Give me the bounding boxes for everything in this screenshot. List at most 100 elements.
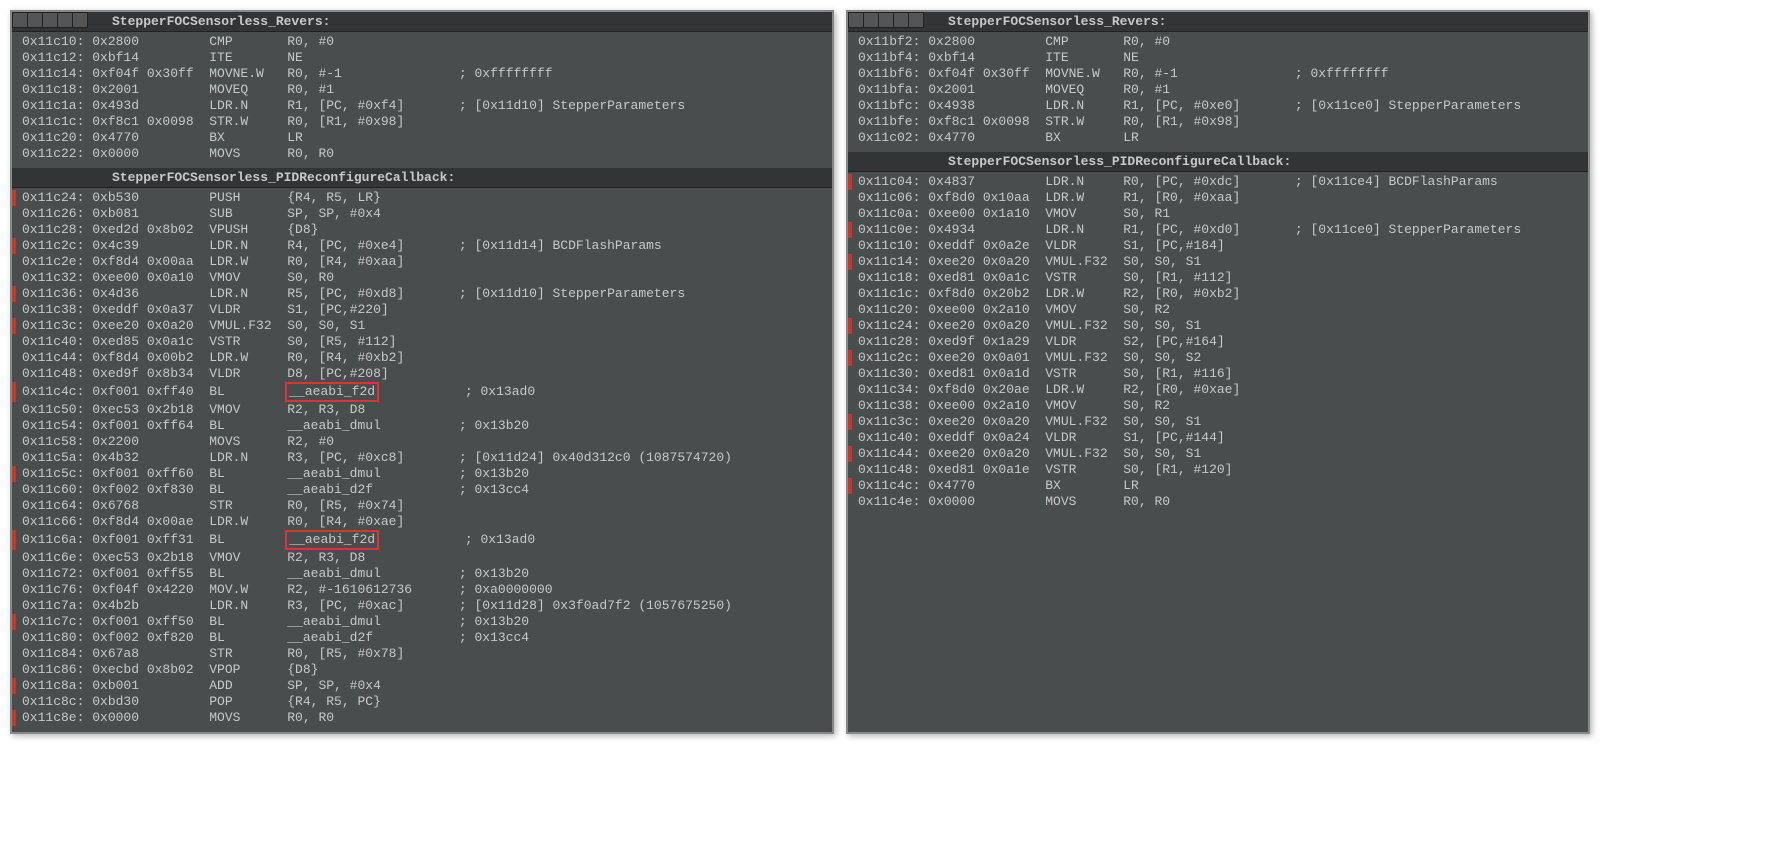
address-hex-mnemonic: 0x11c04: 0x4837 LDR.N xyxy=(858,174,1123,189)
disasm-line[interactable]: 0x11c36: 0x4d36 LDR.N R5, [PC, #0xd8] ; … xyxy=(22,286,822,302)
disasm-line[interactable]: 0x11c30: 0xed81 0x0a1d VSTR S0, [R1, #11… xyxy=(858,366,1578,382)
address-hex-mnemonic: 0x11c8e: 0x0000 MOVS xyxy=(22,710,287,725)
operands: S0, S0, S1 xyxy=(287,318,459,333)
operands: S0, R2 xyxy=(1123,302,1295,317)
address-hex-mnemonic: 0x11c14: 0xf04f 0x30ff MOVNE.W xyxy=(22,66,287,81)
operands: R5, [PC, #0xd8] xyxy=(287,286,459,301)
disasm-line[interactable]: 0x11c66: 0xf8d4 0x00ae LDR.W R0, [R4, #0… xyxy=(22,514,822,530)
disasm-line[interactable]: 0x11c24: 0xee20 0x0a20 VMUL.F32 S0, S0, … xyxy=(858,318,1578,334)
disasm-line[interactable]: 0x11c54: 0xf001 0xff64 BL __aeabi_dmul ;… xyxy=(22,418,822,434)
disasm-line[interactable]: 0x11bf4: 0xbf14 ITE NE xyxy=(858,50,1578,66)
disasm-line[interactable]: 0x11c44: 0xf8d4 0x00b2 LDR.W R0, [R4, #0… xyxy=(22,350,822,366)
disasm-line[interactable]: 0x11c20: 0x4770 BX LR xyxy=(22,130,822,146)
comment: ; 0x13b20 xyxy=(459,566,529,581)
disasm-lines: 0x11c24: 0xb530 PUSH {R4, R5, LR} 0x11c2… xyxy=(12,188,832,732)
disasm-line[interactable]: 0x11c10: 0xeddf 0x0a2e VLDR S1, [PC,#184… xyxy=(858,238,1578,254)
disasm-line[interactable]: 0x11bfe: 0xf8c1 0x0098 STR.W R0, [R1, #0… xyxy=(858,114,1578,130)
disasm-line[interactable]: 0x11c80: 0xf002 0xf820 BL __aeabi_d2f ; … xyxy=(22,630,822,646)
operands: R0, [PC, #0xdc] xyxy=(1123,174,1295,189)
disasm-line[interactable]: 0x11c84: 0x67a8 STR R0, [R5, #0x78] xyxy=(22,646,822,662)
disasm-line[interactable]: 0x11c06: 0xf8d0 0x10aa LDR.W R1, [R0, #0… xyxy=(858,190,1578,206)
disasm-line[interactable]: 0x11bf2: 0x2800 CMP R0, #0 xyxy=(858,34,1578,50)
disasm-line[interactable]: 0x11c04: 0x4837 LDR.N R0, [PC, #0xdc] ; … xyxy=(858,174,1578,190)
gutter-tab xyxy=(878,12,894,28)
disasm-line[interactable]: 0x11c3c: 0xee20 0x0a20 VMUL.F32 S0, S0, … xyxy=(22,318,822,334)
disasm-line[interactable]: 0x11c2c: 0x4c39 LDR.N R4, [PC, #0xe4] ; … xyxy=(22,238,822,254)
gutter-tab xyxy=(57,12,73,28)
address-hex-mnemonic: 0x11c80: 0xf002 0xf820 BL xyxy=(22,630,287,645)
disasm-line[interactable]: 0x11c22: 0x0000 MOVS R0, R0 xyxy=(22,146,822,162)
operands: R0, #0 xyxy=(287,34,459,49)
disasm-line[interactable]: 0x11c4e: 0x0000 MOVS R0, R0 xyxy=(858,494,1578,510)
disasm-line[interactable]: 0x11c18: 0xed81 0x0a1c VSTR S0, [R1, #11… xyxy=(858,270,1578,286)
disasm-line[interactable]: 0x11c4c: 0x4770 BX LR xyxy=(858,478,1578,494)
operands: R0, #0 xyxy=(1123,34,1295,49)
disasm-line[interactable]: 0x11c5a: 0x4b32 LDR.N R3, [PC, #0xc8] ; … xyxy=(22,450,822,466)
disasm-line[interactable]: 0x11bf6: 0xf04f 0x30ff MOVNE.W R0, #-1 ;… xyxy=(858,66,1578,82)
address-hex-mnemonic: 0x11c86: 0xecbd 0x8b02 VPOP xyxy=(22,662,287,677)
disasm-line[interactable]: 0x11c6a: 0xf001 0xff31 BL __aeabi_f2d ; … xyxy=(22,530,822,550)
disasm-line[interactable]: 0x11c40: 0xeddf 0x0a24 VLDR S1, [PC,#144… xyxy=(858,430,1578,446)
disasm-line[interactable]: 0x11c38: 0xee00 0x2a10 VMOV S0, R2 xyxy=(858,398,1578,414)
address-hex-mnemonic: 0x11c24: 0xee20 0x0a20 VMUL.F32 xyxy=(858,318,1123,333)
disasm-line[interactable]: 0x11c0e: 0x4934 LDR.N R1, [PC, #0xd0] ; … xyxy=(858,222,1578,238)
disasm-line[interactable]: 0x11c7a: 0x4b2b LDR.N R3, [PC, #0xac] ; … xyxy=(22,598,822,614)
disasm-line[interactable]: 0x11c28: 0xed9f 0x1a29 VLDR S2, [PC,#164… xyxy=(858,334,1578,350)
disasm-line[interactable]: 0x11c3c: 0xee20 0x0a20 VMUL.F32 S0, S0, … xyxy=(858,414,1578,430)
disasm-line[interactable]: 0x11c14: 0xf04f 0x30ff MOVNE.W R0, #-1 ;… xyxy=(22,66,822,82)
disasm-line[interactable]: 0x11c72: 0xf001 0xff55 BL __aeabi_dmul ;… xyxy=(22,566,822,582)
disasm-line[interactable]: 0x11c1c: 0xf8c1 0x0098 STR.W R0, [R1, #0… xyxy=(22,114,822,130)
disasm-line[interactable]: 0x11c64: 0x6768 STR R0, [R5, #0x74] xyxy=(22,498,822,514)
disasm-line[interactable]: 0x11c7c: 0xf001 0xff50 BL __aeabi_dmul ;… xyxy=(22,614,822,630)
disasm-line[interactable]: 0x11c14: 0xee20 0x0a20 VMUL.F32 S0, S0, … xyxy=(858,254,1578,270)
disasm-line[interactable]: 0x11c50: 0xec53 0x2b18 VMOV R2, R3, D8 xyxy=(22,402,822,418)
disasm-line[interactable]: 0x11c8e: 0x0000 MOVS R0, R0 xyxy=(22,710,822,726)
disasm-line[interactable]: 0x11c8a: 0xb001 ADD SP, SP, #0x4 xyxy=(22,678,822,694)
disasm-line[interactable]: 0x11bfa: 0x2001 MOVEQ R0, #1 xyxy=(858,82,1578,98)
disasm-line[interactable]: 0x11bfc: 0x4938 LDR.N R1, [PC, #0xe0] ; … xyxy=(858,98,1578,114)
disasm-line[interactable]: 0x11c24: 0xb530 PUSH {R4, R5, LR} xyxy=(22,190,822,206)
disasm-line[interactable]: 0x11c0a: 0xee00 0x1a10 VMOV S0, R1 xyxy=(858,206,1578,222)
operands: S0, [R1, #112] xyxy=(1123,270,1295,285)
disasm-line[interactable]: 0x11c1a: 0x493d LDR.N R1, [PC, #0xf4] ; … xyxy=(22,98,822,114)
operands: R1, [PC, #0xd0] xyxy=(1123,222,1295,237)
operands: R0, R0 xyxy=(287,710,459,725)
address-hex-mnemonic: 0x11c44: 0xf8d4 0x00b2 LDR.W xyxy=(22,350,287,365)
operands: S0, [R5, #112] xyxy=(287,334,459,349)
disasm-line[interactable]: 0x11c48: 0xed81 0x0a1e VSTR S0, [R1, #12… xyxy=(858,462,1578,478)
disasm-line[interactable]: 0x11c86: 0xecbd 0x8b02 VPOP {D8} xyxy=(22,662,822,678)
disasm-line[interactable]: 0x11c58: 0x2200 MOVS R2, #0 xyxy=(22,434,822,450)
disasm-line[interactable]: 0x11c28: 0xed2d 0x8b02 VPUSH {D8} xyxy=(22,222,822,238)
gutter-tab xyxy=(908,12,924,28)
disasm-line[interactable]: 0x11c8c: 0xbd30 POP {R4, R5, PC} xyxy=(22,694,822,710)
operands: R1, [R0, #0xaa] xyxy=(1123,190,1295,205)
disasm-line[interactable]: 0x11c44: 0xee20 0x0a20 VMUL.F32 S0, S0, … xyxy=(858,446,1578,462)
disasm-line[interactable]: 0x11c02: 0x4770 BX LR xyxy=(858,130,1578,146)
address-hex-mnemonic: 0x11c30: 0xed81 0x0a1d VSTR xyxy=(858,366,1123,381)
disasm-line[interactable]: 0x11c26: 0xb081 SUB SP, SP, #0x4 xyxy=(22,206,822,222)
address-hex-mnemonic: 0x11c2c: 0xee20 0x0a01 VMUL.F32 xyxy=(858,350,1123,365)
disasm-line[interactable]: 0x11c38: 0xeddf 0x0a37 VLDR S1, [PC,#220… xyxy=(22,302,822,318)
operands: R2, R3, D8 xyxy=(287,550,459,565)
disasm-line[interactable]: 0x11c20: 0xee00 0x2a10 VMOV S0, R2 xyxy=(858,302,1578,318)
disasm-line[interactable]: 0x11c40: 0xed85 0x0a1c VSTR S0, [R5, #11… xyxy=(22,334,822,350)
disasm-line[interactable]: 0x11c48: 0xed9f 0x8b34 VLDR D8, [PC,#208… xyxy=(22,366,822,382)
operands: LR xyxy=(287,130,459,145)
disasm-line[interactable]: 0x11c60: 0xf002 0xf830 BL __aeabi_d2f ; … xyxy=(22,482,822,498)
disasm-line[interactable]: 0x11c2c: 0xee20 0x0a01 VMUL.F32 S0, S0, … xyxy=(858,350,1578,366)
disasm-line[interactable]: 0x11c34: 0xf8d0 0x20ae LDR.W R2, [R0, #0… xyxy=(858,382,1578,398)
disasm-line[interactable]: 0x11c32: 0xee00 0x0a10 VMOV S0, R0 xyxy=(22,270,822,286)
section-header: StepperFOCSensorless_Revers: xyxy=(12,12,832,32)
address-hex-mnemonic: 0x11c14: 0xee20 0x0a20 VMUL.F32 xyxy=(858,254,1123,269)
disasm-line[interactable]: 0x11c18: 0x2001 MOVEQ R0, #1 xyxy=(22,82,822,98)
disasm-line[interactable]: 0x11c1c: 0xf8d0 0x20b2 LDR.W R2, [R0, #0… xyxy=(858,286,1578,302)
disasm-line[interactable]: 0x11c10: 0x2800 CMP R0, #0 xyxy=(22,34,822,50)
disasm-line[interactable]: 0x11c6e: 0xec53 0x2b18 VMOV R2, R3, D8 xyxy=(22,550,822,566)
disasm-line[interactable]: 0x11c4c: 0xf001 0xff40 BL __aeabi_f2d ; … xyxy=(22,382,822,402)
disasm-line[interactable]: 0x11c76: 0xf04f 0x4220 MOV.W R2, #-16106… xyxy=(22,582,822,598)
disasm-line[interactable]: 0x11c2e: 0xf8d4 0x00aa LDR.W R0, [R4, #0… xyxy=(22,254,822,270)
disasm-line[interactable]: 0x11c12: 0xbf14 ITE NE xyxy=(22,50,822,66)
address-hex-mnemonic: 0x11c5a: 0x4b32 LDR.N xyxy=(22,450,287,465)
disasm-lines: 0x11bf2: 0x2800 CMP R0, #0 0x11bf4: 0xbf… xyxy=(848,32,1588,152)
disasm-line[interactable]: 0x11c5c: 0xf001 0xff60 BL __aeabi_dmul ;… xyxy=(22,466,822,482)
